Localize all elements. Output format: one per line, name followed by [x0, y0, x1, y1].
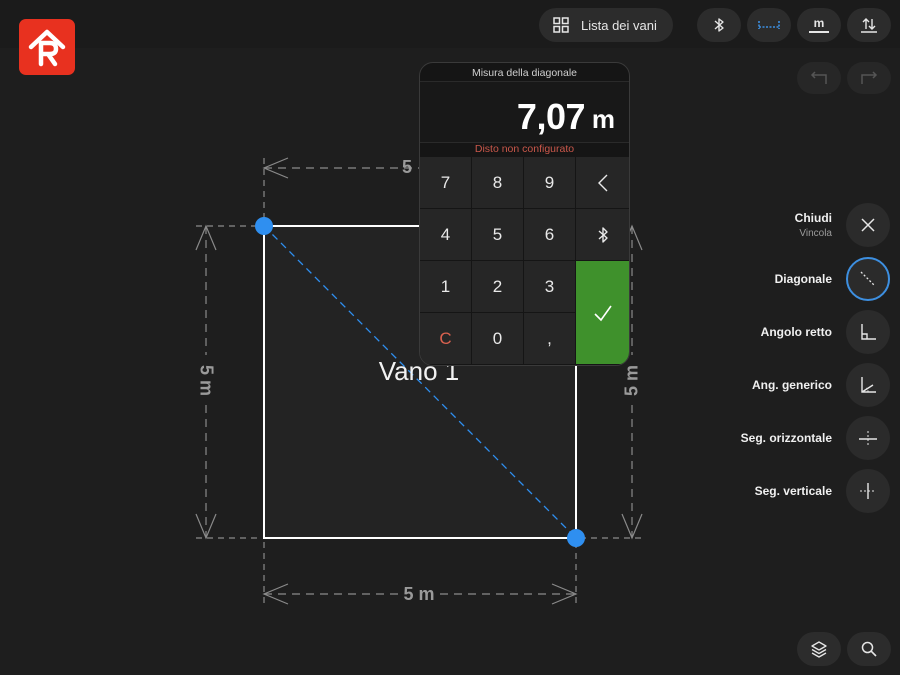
tool-close-sublabel: Vincola: [799, 228, 832, 239]
key-6[interactable]: 6: [524, 209, 575, 260]
right-angle-button[interactable]: [846, 310, 890, 354]
close-icon: [861, 218, 875, 232]
diagonal-keypad: Misura della diagonale 7,07 m Disto non …: [419, 62, 630, 366]
key-8[interactable]: 8: [472, 157, 523, 208]
confirm-key[interactable]: [576, 261, 629, 364]
measurement-unit: m: [591, 104, 615, 134]
measurement-value: 7,07: [516, 96, 586, 137]
backspace-icon: [597, 174, 607, 191]
tool-vertical-segment-label: Seg. verticale: [754, 484, 832, 498]
right-dimension-label: 5 m: [621, 364, 642, 397]
bottom-dimension-label: 5 m: [403, 584, 435, 604]
keypad-title: Misura della diagonale: [471, 67, 578, 79]
bluetooth-key[interactable]: [576, 209, 629, 260]
tool-right-angle-label: Angolo retto: [760, 325, 832, 339]
diagonal-button[interactable]: [846, 257, 890, 301]
tool-generic-angle-label: Ang. generico: [751, 378, 832, 392]
top-dimension: [262, 157, 420, 222]
search-icon: [861, 641, 877, 657]
tool-generic-angle[interactable]: Ang. generico: [752, 363, 890, 407]
tool-close-labels: Chiudi Vincola: [795, 211, 832, 239]
tool-right-angle[interactable]: Angolo retto: [761, 310, 890, 354]
key-0[interactable]: 0: [472, 313, 523, 364]
key-1[interactable]: 1: [420, 261, 471, 312]
diagonal-end-handle[interactable]: [567, 529, 585, 547]
backspace-key[interactable]: [576, 157, 629, 208]
layers-button[interactable]: [797, 632, 841, 666]
clear-key[interactable]: C: [420, 313, 471, 364]
key-9[interactable]: 9: [524, 157, 575, 208]
key-3[interactable]: 3: [524, 261, 575, 312]
bluetooth-icon: [598, 226, 608, 243]
vertical-segment-button[interactable]: [846, 469, 890, 513]
vertical-segment-icon: [860, 483, 876, 499]
key-7[interactable]: 7: [420, 157, 471, 208]
layers-icon: [811, 641, 827, 658]
diagonal-icon: [860, 271, 876, 287]
tool-diagonal-label: Diagonale: [774, 272, 832, 286]
top-dimension-label: 5: [402, 157, 413, 177]
tool-horizontal-segment[interactable]: Seg. orizzontale: [741, 416, 890, 460]
tool-vertical-segment[interactable]: Seg. verticale: [755, 469, 890, 513]
diagonal-start-handle[interactable]: [255, 217, 273, 235]
confirm-check-icon: [593, 305, 612, 321]
tool-close-label: Chiudi: [794, 211, 832, 225]
key-5[interactable]: 5: [472, 209, 523, 260]
generic-angle-icon: [861, 377, 876, 393]
tool-close[interactable]: Chiudi Vincola: [795, 203, 890, 247]
tool-horizontal-segment-label: Seg. orizzontale: [740, 431, 832, 445]
left-dimension-label: 5 m: [196, 364, 217, 397]
close-button[interactable]: [846, 203, 890, 247]
disto-status: Disto non configurato: [474, 143, 575, 155]
horizontal-segment-icon: [859, 431, 877, 446]
key-2[interactable]: 2: [472, 261, 523, 312]
measurement-display: 7,07 m: [420, 81, 629, 143]
horizontal-segment-button[interactable]: [846, 416, 890, 460]
decimal-comma-key[interactable]: ,: [524, 313, 575, 364]
search-button[interactable]: [847, 632, 891, 666]
generic-angle-button[interactable]: [846, 363, 890, 407]
right-angle-icon: [861, 324, 876, 340]
tool-diagonal[interactable]: Diagonale: [775, 257, 890, 301]
key-4[interactable]: 4: [420, 209, 471, 260]
